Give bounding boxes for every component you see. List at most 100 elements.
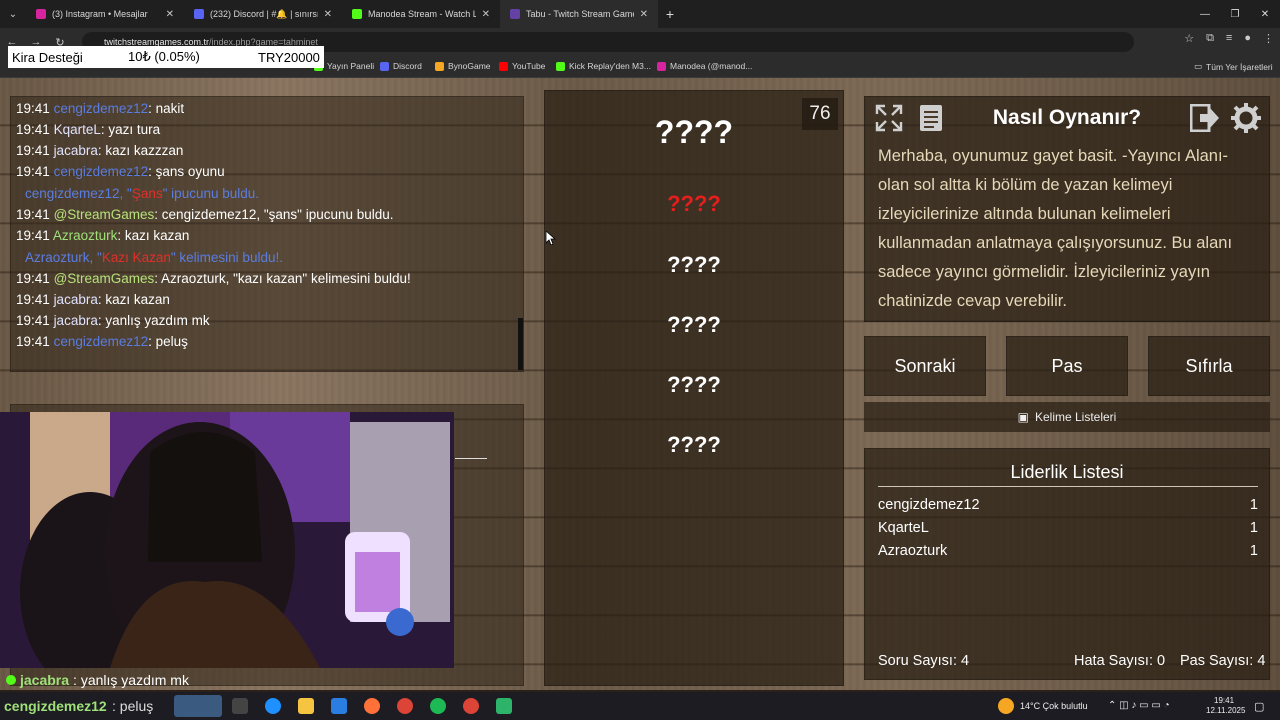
chrome-icon[interactable] <box>397 698 413 714</box>
chat-text: : kazı kazan <box>97 292 170 307</box>
donation-label: Kira Desteği <box>12 49 83 65</box>
profile-icon[interactable]: ● <box>1244 32 1251 45</box>
sys-highlight: Kazı Kazan <box>101 250 171 265</box>
chat-user: jacabra <box>53 313 98 328</box>
chat-message: 19:41 @StreamGames: cengizdemez12, "şans… <box>16 207 394 222</box>
firefox-icon[interactable] <box>364 698 380 714</box>
chat-text: : yanlış yazdım mk <box>97 313 210 328</box>
task-view-icon[interactable] <box>232 698 248 714</box>
notification-icon[interactable]: ▢ <box>1254 700 1264 713</box>
file-explorer-icon[interactable] <box>298 698 314 714</box>
leaderboard-name: KqarteL <box>878 520 929 536</box>
bookmark-item[interactable]: BynoGame <box>435 61 491 71</box>
sys-pre: cengizdemez12, " <box>25 186 132 201</box>
pass-button[interactable]: Pas <box>1006 336 1128 396</box>
chat-text: : yazı tura <box>100 122 161 137</box>
chat-text: : peluş <box>148 334 188 349</box>
word-lists-button[interactable]: ▣ Kelime Listeleri <box>864 402 1270 432</box>
maximize-icon[interactable]: ❐ <box>1220 0 1250 28</box>
spotify-icon[interactable] <box>430 698 446 714</box>
clock-date: 12.11.2025 <box>1206 706 1246 715</box>
divider <box>455 458 487 459</box>
chrome-icon[interactable] <box>463 698 479 714</box>
new-tab-button[interactable]: + <box>658 0 682 28</box>
tab-kick[interactable]: Manodea Stream - Watch Live ✕ <box>342 0 500 28</box>
chat-user: cengizdemez12 <box>53 101 149 116</box>
bookmark-item[interactable]: Discord <box>380 61 422 71</box>
logout-icon[interactable] <box>1188 101 1222 135</box>
window-controls: — ❐ ✕ <box>1190 0 1280 28</box>
menu-icon[interactable]: ⋮ <box>1263 32 1274 45</box>
edge-icon[interactable] <box>265 698 281 714</box>
reset-button[interactable]: Sıfırla <box>1148 336 1270 396</box>
donation-goal-overlay: Kira Desteği 10₺ (0.05%) TRY20000 <box>8 46 324 68</box>
kick-icon <box>556 61 565 71</box>
forbidden-word: ???? <box>667 312 721 337</box>
bookmark-star-icon[interactable]: ☆ <box>1184 32 1194 45</box>
app-icon[interactable] <box>496 698 512 714</box>
gear-icon[interactable] <box>1229 101 1263 135</box>
close-tab-icon[interactable]: ✕ <box>640 9 648 20</box>
weather-icon <box>998 698 1014 714</box>
bookmark-item[interactable]: YouTube <box>499 61 545 71</box>
discord-icon <box>194 9 204 19</box>
media-icon[interactable]: ≡ <box>1226 32 1232 45</box>
youtube-icon <box>499 61 508 71</box>
instagram-icon <box>36 9 46 19</box>
bookmark-label: Manodea (@manod... <box>670 61 753 71</box>
overlay-user: cengizdemez12 <box>4 698 107 714</box>
chat-text: : kazı kazzzan <box>97 143 184 158</box>
browser-tab-strip: ⌄ (3) Instagram • Mesajlar ✕ (232) Disco… <box>0 0 1280 28</box>
main-word: ???? <box>654 114 734 150</box>
extensions-icon[interactable]: ⧉ <box>1206 32 1214 45</box>
tab-tabu[interactable]: Tabu - Twitch Stream Games ✕ <box>500 0 658 28</box>
tab-discord[interactable]: (232) Discord | #🔔 | sınırsız-dır ✕ <box>184 0 342 28</box>
webcam-image <box>0 412 454 668</box>
close-window-icon[interactable]: ✕ <box>1250 0 1280 28</box>
bookmark-item[interactable]: Kick Replay'den M3... <box>556 61 651 71</box>
close-tab-icon[interactable]: ✕ <box>324 9 332 20</box>
chat-time: 19:41 <box>16 164 50 179</box>
chat-user: cengizdemez12 <box>53 334 149 349</box>
kick-icon <box>6 675 16 685</box>
tab-search-chevron-icon[interactable]: ⌄ <box>0 0 26 28</box>
chat-message: 19:41 jacabra: kazı kazan <box>16 292 170 307</box>
chat-user: cengizdemez12 <box>53 164 149 179</box>
chat-time: 19:41 <box>16 292 50 307</box>
chat-message: 19:41 Azraozturk: kazı kazan <box>16 228 189 243</box>
pass-count: Pas Sayısı: 4 <box>1180 653 1266 669</box>
bookmark-label: Kick Replay'den M3... <box>569 61 651 71</box>
bookmark-label: Yayın Paneli <box>327 61 375 71</box>
chat-scrollbar[interactable] <box>518 318 523 370</box>
search-widget-icon[interactable] <box>174 695 222 717</box>
chat-user: KqarteL <box>53 122 101 137</box>
chat-message: 19:41 @StreamGames: Azraozturk, "kazı ka… <box>16 271 411 286</box>
minimize-icon[interactable]: — <box>1190 0 1220 28</box>
chat-user: @StreamGames <box>53 271 155 286</box>
chat-system-message: cengizdemez12, "Şans" ipucunu buldu. <box>25 186 259 201</box>
tab-title: Tabu - Twitch Stream Games <box>526 9 634 19</box>
close-tab-icon[interactable]: ✕ <box>166 9 174 20</box>
chat-time: 19:41 <box>16 101 50 116</box>
next-button[interactable]: Sonraki <box>864 336 986 396</box>
close-tab-icon[interactable]: ✕ <box>482 9 490 20</box>
chat-system-message: Azraozturk, "Kazı Kazan" kelimesini buld… <box>25 250 283 265</box>
forbidden-word: ???? <box>667 252 721 277</box>
chat-message: 19:41 KqarteL: yazı tura <box>16 122 160 137</box>
leaderboard-name: cengizdemez12 <box>878 497 980 513</box>
error-count: Hata Sayısı: 0 <box>1074 653 1166 669</box>
system-tray-icons[interactable]: ⌃ ◫ ♪ ▭ ▭ ◔ <box>1108 700 1170 711</box>
chat-text: : nakit <box>148 101 185 116</box>
discord-icon <box>380 61 389 71</box>
chat-message: 19:41 cengizdemez12: şans oyunu <box>16 164 225 179</box>
sys-pre: Azraozturk, " <box>25 250 102 265</box>
tab-instagram[interactable]: (3) Instagram • Mesajlar ✕ <box>26 0 184 28</box>
chat-text: : cengizdemez12, "şans" ipucunu buldu. <box>154 207 394 222</box>
twitch-icon <box>510 9 520 19</box>
all-bookmarks[interactable]: ▭ Tüm Yer İşaretleri <box>1194 61 1273 72</box>
instagram-icon <box>657 61 666 71</box>
chat-time: 19:41 <box>16 207 50 222</box>
sys-post: " kelimesini buldu!. <box>170 250 283 265</box>
bookmark-item[interactable]: Manodea (@manod... <box>657 61 752 71</box>
store-icon[interactable] <box>331 698 347 714</box>
